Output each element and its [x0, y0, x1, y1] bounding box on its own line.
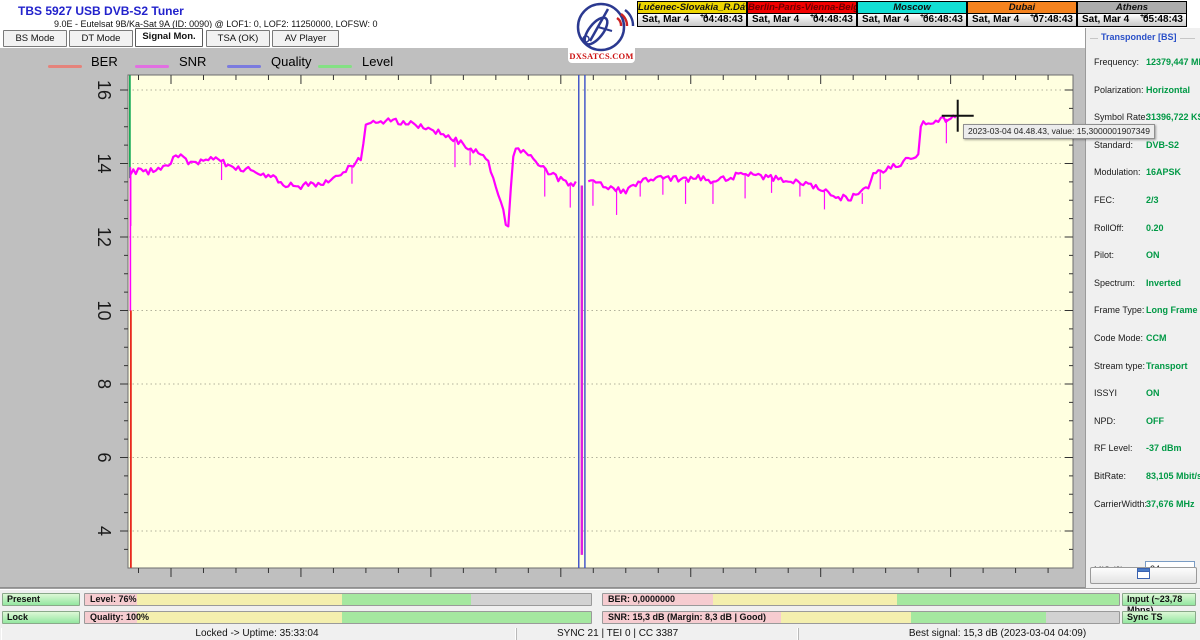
sidebar-value-6: 0.20: [1146, 223, 1164, 233]
sidebar-label-12: ISSYI: [1094, 388, 1117, 398]
sidebar-label-15: BitRate:: [1094, 471, 1126, 481]
sidebar-label-0: Frequency:: [1094, 57, 1139, 67]
clock-time: Sat, Mar 4+104:48:43: [748, 14, 856, 26]
tab-dt-mode[interactable]: DT Mode: [69, 30, 133, 47]
sidebar-value-14: -37 dBm: [1146, 443, 1182, 453]
clock-hhmmss: 04:48:43: [813, 14, 853, 26]
progress-bar-ber: BER: 0,0000000: [602, 593, 1120, 606]
clock-date: Sat, Mar 4: [752, 14, 799, 26]
sidebar-value-8: Inverted: [1146, 278, 1181, 288]
sidebar-label-7: Pilot:: [1094, 250, 1114, 260]
sidebar-value-10: CCM: [1146, 333, 1167, 343]
sidebar-label-10: Code Mode:: [1094, 333, 1143, 343]
badge-sync-ts: Sync TS: [1122, 611, 1196, 624]
sidebar-label-5: FEC:: [1094, 195, 1115, 205]
tab-bs-mode[interactable]: BS Mode: [3, 30, 67, 47]
sidebar-value-12: ON: [1146, 388, 1160, 398]
sidebar-value-4: 16APSK: [1146, 167, 1181, 177]
window-icon: [1137, 568, 1150, 579]
y-axis-label-6: 6: [94, 452, 114, 462]
clock-2: Berlin-Paris-Vienna-BelgradeSat, Mar 4+1…: [747, 1, 857, 27]
sidebar-label-8: Spectrum:: [1094, 278, 1135, 288]
sidebar-value-9: Long Frame: [1146, 305, 1198, 315]
snr-chart[interactable]: 4 6 8 10 12 14 16: [0, 48, 1085, 588]
tab-bar: BS ModeDT ModeSignal Mon.TSA (OK)AV Play…: [0, 28, 1085, 48]
sidebar-value-0: 12379,447 MHz: [1146, 57, 1200, 67]
sidebar-value-16: 37,676 MHz: [1146, 499, 1195, 509]
signal-monitor-panel[interactable]: BERSNRQualityLevel 46810121416: [0, 48, 1085, 588]
sidebar-value-15: 83,105 Mbit/s: [1146, 471, 1200, 481]
tab-tsa-ok-[interactable]: TSA (OK): [206, 30, 270, 47]
y-axis-label-4: 4: [94, 526, 114, 536]
sidebar-label-9: Frame Type:: [1094, 305, 1144, 315]
badge-input-23-78-mbps-: Input (~23,78 Mbps): [1122, 593, 1196, 606]
sidebar-label-11: Stream type:: [1094, 361, 1145, 371]
clock-4: DubaiSat, Mar 4+407:48:43: [967, 1, 1077, 27]
sidebar-label-4: Modulation:: [1094, 167, 1141, 177]
badge-lock: Lock: [2, 611, 80, 624]
statusbar-segment-2: SYNC 21 | TEI 0 | CC 3387: [516, 628, 794, 640]
clock-city: Dubai: [968, 2, 1076, 14]
sidebar-value-11: Transport: [1146, 361, 1188, 371]
clock-1: Lučenec-Slovakia_R.DávidSat, Mar 4+104:4…: [637, 1, 747, 27]
progress-bar-quality: Quality: 100%: [84, 611, 592, 624]
sidebar-value-7: ON: [1146, 250, 1160, 260]
clock-hhmmss: 07:48:43: [1033, 14, 1073, 26]
sidebar-label-3: Standard:: [1094, 140, 1133, 150]
clock-5: AthensSat, Mar 4+205:48:43: [1077, 1, 1187, 27]
y-axis-label-12: 12: [94, 227, 114, 247]
clock-date: Sat, Mar 4: [862, 14, 909, 26]
sidebar-value-13: OFF: [1146, 416, 1164, 426]
clock-time: Sat, Mar 4+205:48:43: [1078, 14, 1186, 26]
chart-tooltip: 2023-03-04 04.48.43, value: 15,300000190…: [963, 124, 1155, 139]
clock-time: Sat, Mar 4+306:48:43: [858, 14, 966, 26]
logo-text: DXSATCS.COM: [568, 51, 635, 61]
tab-av-player[interactable]: AV Player: [272, 30, 339, 47]
plot-area: [128, 75, 1073, 568]
progress-bar-level: Level: 76%: [84, 593, 592, 606]
sidebar-label-16: CarrierWidth:: [1094, 499, 1147, 509]
clock-date: Sat, Mar 4: [1082, 14, 1129, 26]
clock-time: Sat, Mar 4+407:48:43: [968, 14, 1076, 26]
clock-time: Sat, Mar 4+104:48:43: [638, 14, 746, 26]
sidebar-value-5: 2/3: [1146, 195, 1159, 205]
clock-hhmmss: 04:48:43: [703, 14, 743, 26]
sidebar-label-2: Symbol Rate:: [1094, 112, 1148, 122]
clock-date: Sat, Mar 4: [972, 14, 1019, 26]
clock-city: Lučenec-Slovakia_R.Dávid: [638, 2, 746, 14]
transponder-sidebar: Transponder [BS] Frequency: 12379,447 MHz…: [1085, 28, 1200, 588]
sidebar-label-13: NPD:: [1094, 416, 1116, 426]
clock-hhmmss: 05:48:43: [1143, 14, 1183, 26]
sidebar-value-2: 31396,722 KS/s: [1146, 112, 1200, 122]
sidebar-value-1: Horizontal: [1146, 85, 1190, 95]
transponder-group-title: Transponder [BS]: [1098, 32, 1180, 42]
satellite-dish-icon: [568, 1, 635, 53]
clock-city: Moscow: [858, 2, 966, 14]
sidebar-label-1: Polarization:: [1094, 85, 1144, 95]
y-axis-label-16: 16: [94, 80, 114, 100]
progress-bar-snr: SNR: 15,3 dB (Margin: 8,3 dB | Good): [602, 611, 1120, 624]
clock-3: MoscowSat, Mar 4+306:48:43: [857, 1, 967, 27]
clock-date: Sat, Mar 4: [642, 14, 689, 26]
sidebar-tool-button[interactable]: [1090, 567, 1197, 584]
tab-signal-mon-[interactable]: Signal Mon.: [135, 28, 203, 47]
statusbar-segment-3: Best signal: 15,3 dB (2023-03-04 04:09): [798, 628, 1196, 640]
y-axis-label-8: 8: [94, 379, 114, 389]
statusbar-segment-1: Locked -> Uptime: 35:33:04: [2, 628, 512, 640]
y-axis-label-10: 10: [94, 300, 114, 320]
sidebar-label-6: RollOff:: [1094, 223, 1124, 233]
clock-hhmmss: 06:48:43: [923, 14, 963, 26]
clock-city: Athens: [1078, 2, 1186, 14]
badge-present: Present: [2, 593, 80, 606]
sidebar-label-14: RF Level:: [1094, 443, 1133, 453]
status-panel: Present Lock Input (~23,78 Mbps) Sync TS Le…: [0, 588, 1200, 640]
dxsatcs-logo: DXSATCS.COM: [568, 1, 635, 63]
clock-city: Berlin-Paris-Vienna-Belgrade: [748, 2, 856, 14]
sidebar-value-3: DVB-S2: [1146, 140, 1179, 150]
y-axis-label-14: 14: [94, 153, 114, 173]
page-title: TBS 5927 USB DVB-S2 Tuner: [18, 4, 184, 18]
tuner-app-window: TBS 5927 USB DVB-S2 Tuner 9.0E - Eutelsa…: [0, 0, 1200, 640]
status-bar: Locked -> Uptime: 35:33:04 SYNC 21 | TEI …: [0, 627, 1200, 640]
